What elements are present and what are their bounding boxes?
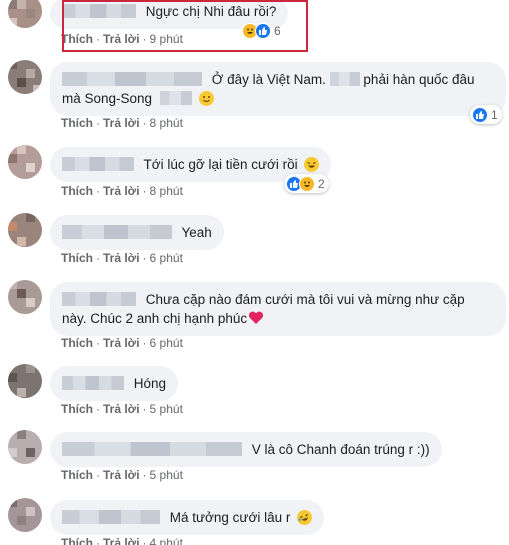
comment-text: Ngực chị Nhi đâu rồi? <box>145 4 277 19</box>
timestamp[interactable]: 8 phút <box>150 184 183 198</box>
reply-link[interactable]: Trả lời <box>103 468 140 482</box>
like-link[interactable]: Thích <box>61 402 93 416</box>
comment-bubble: Chưa cặp nào đám cưới mà tôi vui và mừng… <box>50 282 506 336</box>
commenter-name[interactable] <box>62 72 202 86</box>
commenter-name[interactable] <box>62 376 124 390</box>
reply-link[interactable]: Trả lời <box>103 336 140 350</box>
avatar[interactable] <box>8 498 42 532</box>
comment-bubble: Yeah <box>50 215 224 250</box>
reaction-count: 2 <box>318 176 325 191</box>
timestamp[interactable]: 6 phút <box>150 336 183 350</box>
reply-link[interactable]: Trả lời <box>103 32 140 46</box>
commenter-name[interactable] <box>62 4 136 18</box>
reaction-count: 6 <box>274 23 281 38</box>
comment-actions: Thích · Trả lời · 9 phút <box>61 32 183 46</box>
avatar[interactable] <box>8 430 42 464</box>
like-link[interactable]: Thích <box>61 32 93 46</box>
avatar[interactable] <box>8 145 42 179</box>
reaction-summary[interactable]: 6 <box>240 21 285 40</box>
comment-actions: Thích · Trả lời · 5 phút <box>61 468 183 482</box>
reply-link[interactable]: Trả lời <box>103 184 140 198</box>
comment-actions: Thích · Trả lời · 8 phút <box>61 184 183 198</box>
reaction-summary[interactable]: 2 <box>284 174 329 193</box>
comment-actions: Thích · Trả lời · 8 phút <box>61 116 183 130</box>
commenter-name[interactable] <box>62 157 134 171</box>
reaction-summary[interactable]: 1 <box>470 105 502 124</box>
comment-actions: Thích · Trả lời · 4 phút <box>61 536 183 545</box>
timestamp[interactable]: 5 phút <box>150 468 183 482</box>
reply-link[interactable]: Trả lời <box>103 251 140 265</box>
commenter-name[interactable] <box>62 510 160 524</box>
like-link[interactable]: Thích <box>61 468 93 482</box>
like-icon <box>472 106 488 123</box>
timestamp[interactable]: 4 phút <box>150 536 183 545</box>
comment-text: Chưa cặp nào đám cưới mà tôi vui và mừng… <box>145 292 465 307</box>
like-link[interactable]: Thích <box>61 184 93 198</box>
rofl-emoji-icon <box>294 507 315 528</box>
reply-link[interactable]: Trả lời <box>103 402 140 416</box>
comment-text: Hóng <box>133 376 167 391</box>
comment-bubble: Ở đây là Việt Nam. phải hàn quốc đâu mà … <box>50 62 506 116</box>
comment-actions: Thích · Trả lời · 6 phút <box>61 251 183 265</box>
commenter-name[interactable] <box>62 292 136 306</box>
heart-icon <box>249 311 264 324</box>
comment-text: Má tưởng cưới lâu r <box>169 510 291 525</box>
comment-actions: Thích · Trả lời · 5 phút <box>61 402 183 416</box>
timestamp[interactable]: 6 phút <box>150 251 183 265</box>
like-link[interactable]: Thích <box>61 536 93 545</box>
commenter-name[interactable] <box>62 225 172 239</box>
like-link[interactable]: Thích <box>61 251 93 265</box>
comment-text: Ở đây là Việt Nam. <box>211 72 326 87</box>
comment-actions: Thích · Trả lời · 6 phút <box>61 336 183 350</box>
reaction-count: 1 <box>491 107 498 122</box>
avatar[interactable] <box>8 280 42 314</box>
laughing-emoji-icon <box>304 157 320 172</box>
avatar[interactable] <box>8 364 42 398</box>
smile-emoji-icon <box>198 91 214 106</box>
avatar[interactable] <box>8 213 42 247</box>
timestamp[interactable]: 8 phút <box>150 116 183 130</box>
timestamp[interactable]: 9 phút <box>150 32 183 46</box>
comment-bubble: Hóng <box>50 366 179 401</box>
comment-text: V là cô Chanh đoán trúng r :)) <box>251 442 430 457</box>
commenter-name[interactable] <box>62 442 242 456</box>
comment-bubble: Má tưởng cưới lâu r <box>50 500 325 535</box>
like-link[interactable]: Thích <box>61 116 93 130</box>
like-link[interactable]: Thích <box>61 336 93 350</box>
timestamp[interactable]: 5 phút <box>150 402 183 416</box>
reply-link[interactable]: Trả lời <box>103 536 140 545</box>
like-icon <box>255 22 271 39</box>
avatar[interactable] <box>8 60 42 94</box>
comment-text: Yeah <box>181 225 212 240</box>
avatar[interactable] <box>8 0 42 28</box>
comment-text: Tới lúc gỡ lại tiền cưới rồi <box>143 157 298 172</box>
reply-link[interactable]: Trả lời <box>103 116 140 130</box>
haha-icon <box>299 175 315 192</box>
comment-bubble: V là cô Chanh đoán trúng r :)) <box>50 432 442 467</box>
